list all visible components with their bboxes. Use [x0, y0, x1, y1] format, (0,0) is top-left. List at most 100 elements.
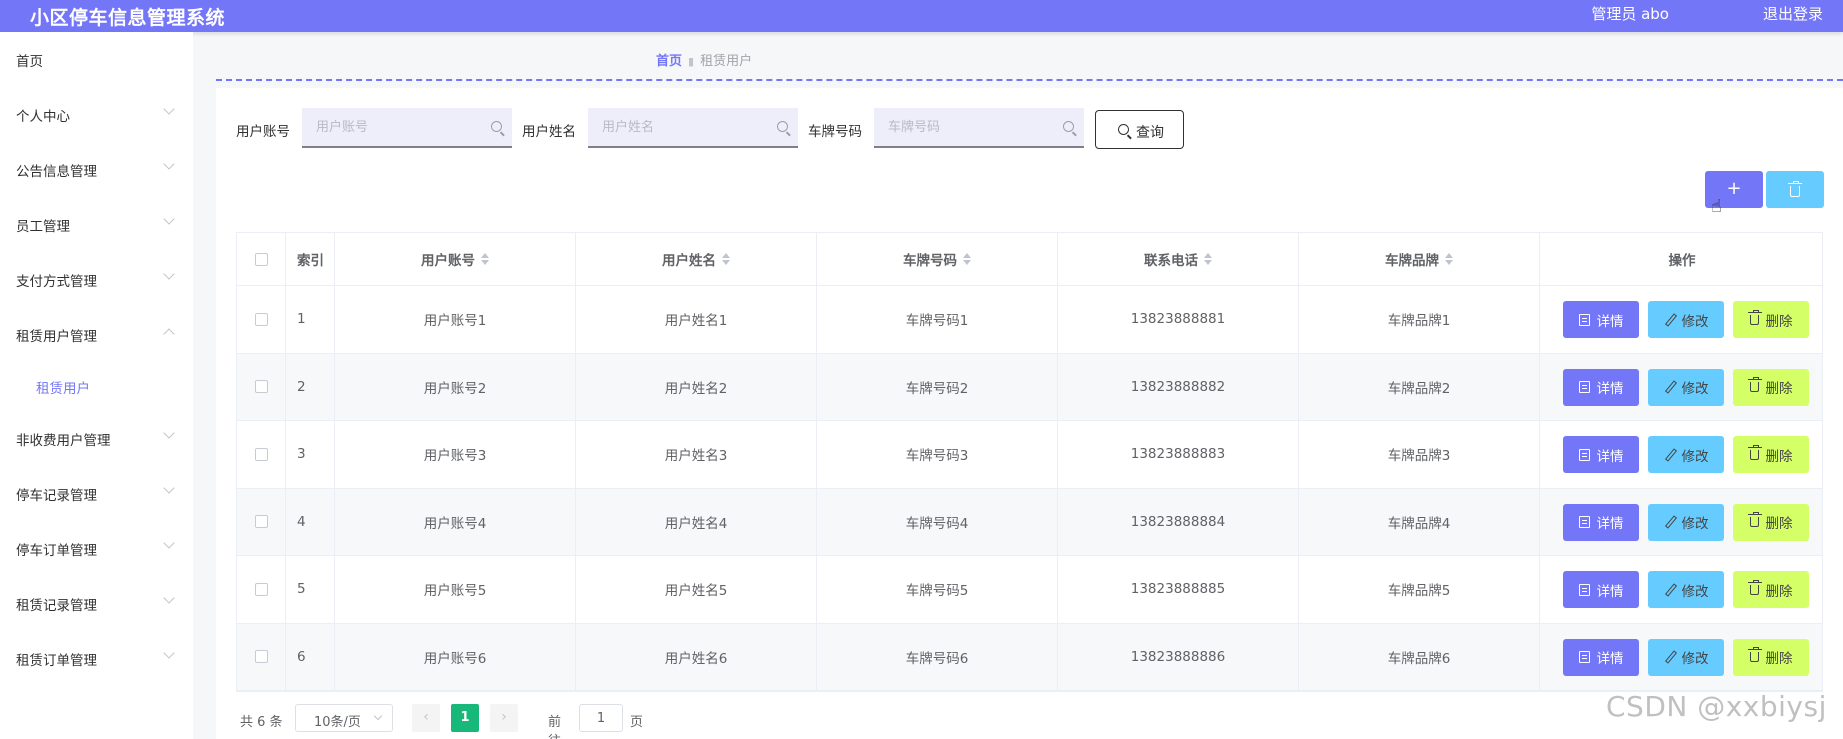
sidebar-item-rental-record-management[interactable]: 租赁记录管理 — [0, 582, 193, 622]
delete-button-label: 删除 — [1765, 516, 1793, 532]
detail-button[interactable]: 详情 — [1563, 301, 1639, 338]
cell-actions: 详情 修改 删除 — [1540, 556, 1824, 623]
edit-button[interactable]: 修改 — [1648, 571, 1724, 608]
col-name[interactable]: 用户姓名 — [576, 233, 817, 285]
edit-button[interactable]: 修改 — [1648, 436, 1724, 473]
delete-button[interactable]: 删除 — [1733, 301, 1809, 338]
sidebar-item-label: 个人中心 — [16, 109, 70, 125]
sidebar-item-payment-management[interactable]: 支付方式管理 — [0, 258, 193, 298]
search-account-input[interactable] — [316, 118, 476, 136]
sidebar-item-notice-management[interactable]: 公告信息管理 — [0, 148, 193, 188]
sidebar-item-rental-order-management[interactable]: 租赁订单管理 — [0, 637, 193, 677]
detail-button-label: 详情 — [1596, 448, 1624, 465]
row-checkbox[interactable] — [254, 515, 268, 529]
col-index: 索引 — [286, 233, 335, 285]
sort-icon[interactable] — [1204, 253, 1212, 265]
search-plate-field[interactable] — [874, 108, 1084, 148]
chevron-down-icon — [163, 213, 175, 225]
col-brand[interactable]: 车牌品牌 — [1299, 233, 1540, 285]
row-checkbox[interactable] — [254, 380, 268, 394]
sidebar-item-personal-center[interactable]: 个人中心 — [0, 93, 193, 133]
sort-icon[interactable] — [1445, 253, 1453, 265]
cell-name: 用户姓名6 — [576, 623, 817, 690]
search-name-input[interactable] — [602, 118, 762, 136]
sidebar-item-label: 停车记录管理 — [16, 488, 97, 504]
sidebar-subitem-rental-user[interactable]: 租赁用户 — [0, 365, 193, 405]
sidebar-item-home[interactable]: 首页 — [0, 38, 193, 78]
edit-button[interactable]: 修改 — [1648, 503, 1724, 541]
logout-link[interactable]: 退出登录 — [1763, 3, 1823, 24]
table-row: 6 用户账号6 用户姓名6 车牌号码6 13823888886 车牌品牌6 详情 修改 删除 — [237, 623, 1822, 691]
trash-icon — [1747, 444, 1762, 460]
delete-button[interactable]: 删除 — [1733, 436, 1809, 473]
chevron-down-icon — [163, 592, 175, 604]
row-checkbox[interactable] — [254, 447, 268, 461]
col-account[interactable]: 用户账号 — [335, 233, 576, 285]
trash-icon — [1788, 181, 1802, 197]
delete-button-label: 删除 — [1765, 381, 1793, 397]
goto-page-input[interactable] — [579, 704, 623, 732]
delete-button[interactable]: 删除 — [1733, 368, 1809, 406]
delete-button[interactable]: 删除 — [1733, 503, 1809, 541]
page-size-select[interactable]: 10条/页 — [295, 704, 393, 732]
detail-button[interactable]: 详情 — [1563, 436, 1639, 473]
detail-button[interactable]: 详情 — [1563, 638, 1639, 676]
prev-page-button[interactable]: ‹ — [412, 704, 440, 732]
edit-button-label: 修改 — [1681, 381, 1709, 397]
goto-suffix: 页 — [630, 715, 644, 730]
sidebar-item-label: 租赁用户管理 — [16, 329, 97, 345]
cell-index: 5 — [286, 556, 335, 623]
edit-button-label: 修改 — [1681, 313, 1709, 330]
sidebar-item-label: 租赁订单管理 — [16, 653, 97, 669]
page-number-button[interactable]: 1 — [451, 704, 479, 732]
delete-button[interactable]: 删除 — [1733, 638, 1809, 676]
detail-button[interactable]: 详情 — [1563, 368, 1639, 406]
sidebar-item-staff-management[interactable]: 员工管理 — [0, 203, 193, 243]
column-header-label: 索引 — [297, 253, 324, 269]
search-plate-input[interactable] — [888, 118, 1048, 136]
page-size-value: 10条/页 — [314, 715, 361, 730]
hand-pointer-icon: ☝ — [1711, 196, 1722, 217]
cell-account: 用户账号6 — [335, 623, 576, 690]
cell-actions: 详情 修改 删除 — [1540, 354, 1824, 421]
row-select-cell — [237, 556, 286, 623]
row-select-cell — [237, 421, 286, 488]
cell-plate: 车牌号码5 — [817, 556, 1058, 623]
query-button[interactable]: 查询 — [1095, 110, 1184, 149]
select-all-checkbox[interactable] — [254, 252, 268, 266]
edit-button[interactable]: 修改 — [1648, 301, 1724, 338]
detail-button[interactable]: 详情 — [1563, 571, 1639, 608]
cell-name: 用户姓名1 — [576, 286, 817, 353]
trash-icon — [1747, 377, 1762, 392]
search-name-field[interactable] — [588, 108, 798, 148]
delete-button[interactable]: 删除 — [1733, 571, 1809, 608]
table-row: 1 用户账号1 用户姓名1 车牌号码1 13823888881 车牌品牌1 详情 修改 删除 — [237, 286, 1822, 354]
next-page-button[interactable]: › — [490, 704, 518, 732]
row-checkbox[interactable] — [254, 582, 268, 596]
sidebar-item-parking-record-management[interactable]: 停车记录管理 — [0, 472, 193, 512]
sort-icon[interactable] — [722, 253, 730, 265]
sidebar-item-label: 租赁记录管理 — [16, 598, 97, 614]
edit-button[interactable]: 修改 — [1648, 368, 1724, 406]
table-row: 2 用户账号2 用户姓名2 车牌号码2 13823888882 车牌品牌2 详情 修改 删除 — [237, 353, 1824, 421]
chevron-down-icon — [163, 103, 175, 115]
detail-button[interactable]: 详情 — [1563, 503, 1639, 541]
table-header: 索引 用户账号 用户姓名 车牌号码 联系电话 车牌品牌 操作 — [237, 233, 1822, 286]
sort-icon[interactable] — [481, 253, 489, 265]
search-account-field[interactable] — [302, 108, 512, 148]
batch-delete-button[interactable] — [1766, 171, 1824, 208]
row-checkbox[interactable] — [254, 312, 268, 326]
cell-brand: 车牌品牌2 — [1299, 353, 1540, 420]
sidebar-item-rental-user-management[interactable]: 租赁用户管理 — [0, 313, 193, 353]
sort-icon[interactable] — [963, 253, 971, 265]
sidebar-item-label: 租赁用户 — [36, 381, 90, 397]
col-plate[interactable]: 车牌号码 — [817, 233, 1058, 285]
edit-button[interactable]: 修改 — [1648, 638, 1724, 676]
breadcrumb-home[interactable]: 首页 — [656, 54, 682, 69]
sidebar-item-nonpaying-user-management[interactable]: 非收费用户管理 — [0, 417, 193, 457]
sidebar-item-parking-order-management[interactable]: 停车订单管理 — [0, 527, 193, 567]
col-phone[interactable]: 联系电话 — [1058, 233, 1299, 285]
edit-icon — [1664, 314, 1675, 326]
cell-phone: 13823888885 — [1058, 556, 1299, 623]
row-checkbox[interactable] — [254, 650, 268, 664]
